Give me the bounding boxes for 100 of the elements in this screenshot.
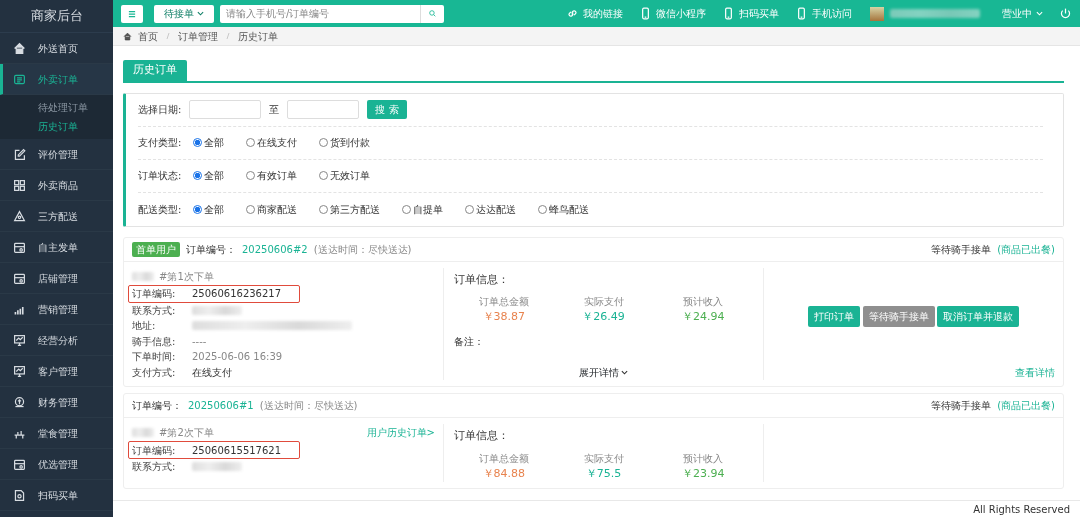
order-status: 等待骑手接单 [931,399,992,413]
redacted-value [192,305,242,315]
order-count: #第2次下单 [159,426,214,440]
sidebar-subitem[interactable]: 历史订单 [0,117,113,136]
radio-option[interactable]: 达达配送 [465,201,517,217]
order-number: 20250606#2 [242,242,308,257]
radio-option[interactable]: 货到付款 [319,135,371,150]
status-note: (商品已出餐) [997,399,1055,413]
store-icon [13,240,26,254]
date-field[interactable] [189,100,262,119]
field-label: 订单编码: [132,287,177,301]
phone-icon [639,7,652,20]
stat-label: 实际支付 [582,295,625,309]
field-value: 25060615517621 [192,443,282,458]
radio-option[interactable]: 全部 [193,201,225,217]
field-value: 2025-06-06 16:39 [192,350,283,365]
store-icon [13,271,26,285]
stat-value: ￥23.94 [680,465,726,482]
redacted-name [132,428,154,437]
breadcrumb-link[interactable]: 历史订单 [238,28,278,44]
coin-icon [13,395,26,409]
phone-icon [795,7,808,20]
radio-option[interactable]: 无效订单 [319,168,371,183]
phone-icon [722,7,735,20]
radio-option[interactable]: 全部 [193,168,225,183]
field-label: 订单编码: [132,443,177,458]
field-label: 骑手信息: [132,334,177,349]
order-info-title: 订单信息： [454,428,510,444]
search-icon [428,9,437,18]
caret-icon [621,369,629,376]
first-order-badge: 首单用户 [132,241,180,257]
order-status: 等待骑手接单 [931,242,992,257]
status-dropdown[interactable]: 待接单 [154,4,214,23]
breadcrumb-link[interactable]: 订单管理 [178,28,218,44]
power-icon [1059,7,1072,20]
home-icon [123,31,132,41]
avatar-placeholder [870,6,884,21]
power-button[interactable] [1059,7,1072,20]
date-separator: 至 [269,103,280,117]
remark-label: 备注： [454,334,485,349]
stat-label: 订单总金额 [477,295,530,309]
field-value: 25060616236217 [192,287,282,301]
radio-option[interactable]: 在线支付 [246,135,298,150]
document-icon [13,488,26,502]
monitor-icon [13,333,26,347]
search-field[interactable]: 请输入手机号/订单编号 [220,4,420,23]
sidebar-subitem[interactable]: 待处理订单 [0,98,113,117]
stat-label: 实际支付 [582,451,625,466]
menu-button[interactable] [121,4,143,23]
radio-option[interactable]: 第三方配送 [319,201,381,217]
menu-icon [127,8,137,19]
stat-value: ￥24.94 [680,309,726,325]
stat-label: 订单总金额 [477,451,530,466]
field-label: 联系方式: [132,460,177,475]
stat-label: 预计收入 [682,295,725,309]
list-icon [13,72,26,86]
sidebar-item[interactable]: 外卖订单 [0,64,113,95]
delivery-time: (送达时间：尽快送达) [259,399,358,413]
radio-option[interactable]: 蜂鸟配送 [538,201,590,217]
field-label: 地址: [132,319,157,334]
order-number: 20250606#1 [188,399,254,413]
breadcrumb-separator [164,31,172,41]
order-count: #第1次下单 [159,269,214,284]
field-value: 在线支付 [192,365,232,380]
field-label: 选择日期: [138,103,182,117]
expand-details-link[interactable]: 展开详情 [578,365,629,380]
redacted-value [192,462,242,472]
grid-icon [13,178,26,192]
search-button[interactable] [420,4,444,23]
stat-label: 预计收入 [682,451,725,466]
status-note: (商品已出餐) [997,242,1055,257]
field-label: 订单状态: [138,169,182,183]
home-icon [13,41,26,55]
monitor-icon [13,364,26,378]
field-label: 下单时间: [132,350,177,365]
stat-value: ￥75.5 [584,465,623,482]
order-number-label: 订单编号： [132,399,182,413]
field-label: 支付方式: [132,365,177,380]
delivery-time: (送达时间：尽快送达) [313,242,412,257]
radio-option[interactable]: 商家配送 [246,201,298,217]
breadcrumb-separator [224,31,232,41]
triangle-icon [13,209,26,223]
radio-option[interactable]: 全部 [193,135,225,150]
field-label: 支付类型: [138,136,182,150]
radio-option[interactable]: 有效订单 [246,168,298,183]
date-field[interactable] [287,100,360,119]
edit-icon [13,147,26,161]
field-label: 配送类型: [138,202,182,217]
store-icon [13,457,26,471]
stat-value: ￥38.87 [481,309,527,325]
field-value: ---- [192,334,207,349]
link-icon [566,7,579,20]
breadcrumb-link[interactable]: 首页 [138,28,158,44]
stat-value: ￥26.49 [581,309,626,325]
caret-icon [1036,10,1043,17]
order-info-title: 订单信息： [454,271,510,288]
radio-option[interactable]: 自提单 [402,201,444,217]
caret-icon [197,10,204,17]
footer-text: All Rights Reserved [113,500,1080,517]
order-number-label: 订单编号： [186,242,236,257]
